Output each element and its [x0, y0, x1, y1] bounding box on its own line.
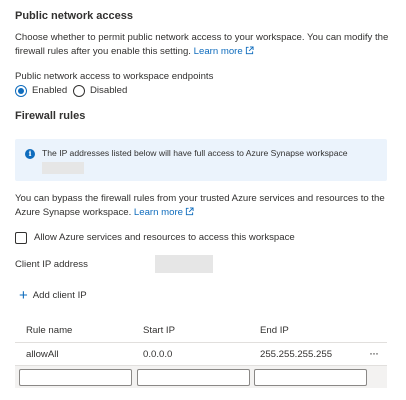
- add-client-ip-button[interactable]: + Add client IP: [19, 286, 87, 304]
- allow-azure-services-label: Allow Azure services and resources to ac…: [34, 232, 295, 243]
- endpoint-access-label: Public network access to workspace endpo…: [15, 71, 214, 82]
- more-options-icon[interactable]: ···: [369, 346, 379, 360]
- column-header-end-ip: End IP: [260, 325, 289, 336]
- plus-icon: +: [19, 286, 28, 304]
- client-ip-label: Client IP address: [15, 259, 88, 270]
- firewall-info-box: i The IP addresses listed below will hav…: [15, 139, 387, 181]
- firewall-rules-heading: Firewall rules: [15, 110, 86, 122]
- new-rule-name-input[interactable]: [19, 369, 132, 386]
- table-row[interactable]: allowAll 0.0.0.0 255.255.255.255 ···: [15, 343, 387, 365]
- column-header-start-ip: Start IP: [143, 325, 175, 336]
- client-ip-value: [155, 255, 213, 273]
- bypass-description: You can bypass the firewall rules from y…: [15, 192, 395, 220]
- new-end-ip-input[interactable]: [254, 369, 367, 386]
- radio-disabled-indicator[interactable]: [73, 84, 85, 97]
- radio-disabled[interactable]: Disabled: [73, 84, 127, 98]
- start-ip-cell: 0.0.0.0: [143, 349, 173, 360]
- radio-disabled-label: Disabled: [90, 85, 128, 96]
- bypass-learn-more-link[interactable]: Learn more: [134, 207, 194, 218]
- external-link-icon: [245, 45, 254, 60]
- add-client-ip-label: Add client IP: [32, 290, 87, 301]
- new-start-ip-input[interactable]: [137, 369, 250, 386]
- radio-enabled-label: Enabled: [32, 85, 68, 96]
- new-rule-row: [15, 366, 387, 388]
- firewall-info-text: The IP addresses listed below will have …: [42, 148, 348, 158]
- learn-more-label: Learn more: [133, 206, 183, 218]
- learn-more-label: Learn more: [193, 45, 243, 57]
- info-icon: i: [25, 149, 35, 159]
- end-ip-cell: 255.255.255.255: [260, 349, 333, 360]
- allow-azure-services-checkbox-row[interactable]: Allow Azure services and resources to ac…: [15, 231, 295, 245]
- public-access-learn-more-link[interactable]: Learn more: [194, 46, 254, 57]
- bypass-description-text: You can bypass the firewall rules from y…: [15, 193, 385, 218]
- radio-enabled[interactable]: Enabled: [15, 84, 67, 98]
- radio-enabled-indicator[interactable]: [15, 84, 27, 97]
- public-access-description: Choose whether to permit public network …: [15, 31, 395, 59]
- column-header-rule-name: Rule name: [26, 325, 73, 336]
- allow-azure-services-checkbox[interactable]: [15, 231, 27, 244]
- rule-name-cell: allowAll: [26, 349, 59, 360]
- external-link-icon: [185, 206, 194, 221]
- public-network-access-heading: Public network access: [15, 10, 133, 22]
- redacted-value: [42, 162, 84, 174]
